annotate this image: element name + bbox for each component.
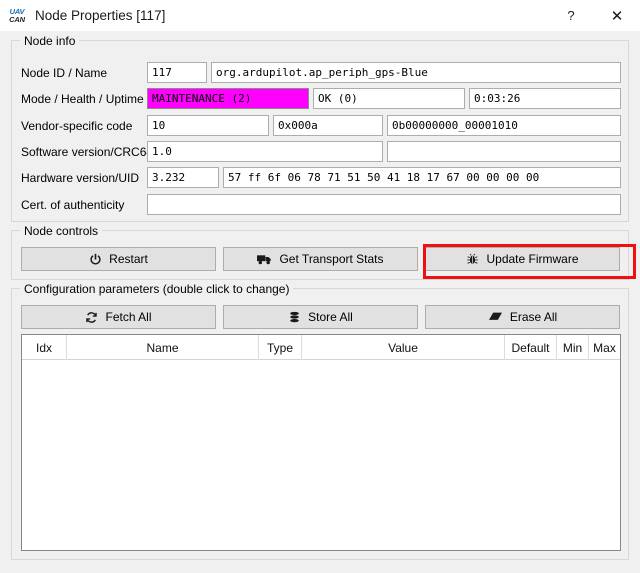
fetch-all-button-label: Fetch All — [105, 310, 151, 324]
eraser-icon — [488, 311, 503, 323]
vendor-code-hex-field[interactable]: 0x000a — [273, 115, 383, 136]
restart-button-label: Restart — [109, 252, 148, 266]
node-id-field[interactable]: 117 — [147, 62, 207, 83]
column-header-value[interactable]: Value — [302, 335, 505, 360]
label-software-version-crc64: Software version/CRC64 — [21, 145, 153, 159]
column-header-default[interactable]: Default — [505, 335, 557, 360]
store-all-button-label: Store All — [308, 310, 353, 324]
software-version-field[interactable]: 1.0 — [147, 141, 383, 162]
column-header-idx[interactable]: Idx — [22, 335, 67, 360]
refresh-icon — [85, 311, 98, 324]
vendor-code-binary-field[interactable]: 0b00000000_00001010 — [387, 115, 621, 136]
restart-button[interactable]: Restart — [21, 247, 216, 271]
truck-icon — [257, 253, 272, 266]
node-controls-legend: Node controls — [20, 224, 102, 238]
node-info-legend: Node info — [20, 34, 79, 48]
label-vendor-specific-code: Vendor-specific code — [21, 119, 132, 133]
label-mode-health-uptime: Mode / Health / Uptime — [21, 92, 144, 106]
uptime-field[interactable]: 0:03:26 — [469, 88, 621, 109]
uavcan-logo-icon: UAV CAN — [7, 6, 27, 26]
node-controls-group: Node controls Restart Get Transport Stat… — [11, 230, 629, 280]
config-params-legend: Configuration parameters (double click t… — [20, 282, 293, 296]
vendor-code-decimal-field[interactable]: 10 — [147, 115, 269, 136]
column-header-max[interactable]: Max — [589, 335, 620, 360]
software-crc64-field[interactable] — [387, 141, 621, 162]
config-params-table[interactable]: Idx Name Type Value Default Min Max — [21, 334, 621, 551]
hardware-version-field[interactable]: 3.232 — [147, 167, 219, 188]
window-title: Node Properties [117] — [35, 8, 165, 23]
update-firmware-button-label: Update Firmware — [486, 252, 578, 266]
node-name-field[interactable]: org.ardupilot.ap_periph_gps-Blue — [211, 62, 621, 83]
hardware-uid-field[interactable]: 57 ff 6f 06 78 71 51 50 41 18 17 67 00 0… — [223, 167, 621, 188]
config-params-group: Configuration parameters (double click t… — [11, 288, 629, 560]
title-bar: UAV CAN Node Properties [117] ? ✕ — [0, 0, 640, 32]
erase-all-button-label: Erase All — [510, 310, 557, 324]
window-controls: ? ✕ — [548, 0, 640, 31]
close-button[interactable]: ✕ — [594, 0, 640, 31]
dialog-body: Node info Node ID / Name 117 org.ardupil… — [0, 31, 640, 573]
bug-icon — [466, 253, 479, 266]
column-header-type[interactable]: Type — [259, 335, 302, 360]
label-node-id-name: Node ID / Name — [21, 66, 107, 80]
label-hardware-version-uid: Hardware version/UID — [21, 171, 139, 185]
column-header-name[interactable]: Name — [67, 335, 259, 360]
database-icon — [288, 311, 301, 324]
health-field[interactable]: OK (0) — [313, 88, 465, 109]
node-info-group: Node info Node ID / Name 117 org.ardupil… — [11, 40, 629, 222]
help-button[interactable]: ? — [548, 0, 594, 31]
cert-authenticity-field[interactable] — [147, 194, 621, 215]
logo-text-bottom: CAN — [9, 16, 25, 24]
update-firmware-button[interactable]: Update Firmware — [425, 247, 620, 271]
get-transport-stats-button[interactable]: Get Transport Stats — [223, 247, 418, 271]
table-body[interactable] — [22, 360, 620, 550]
mode-field[interactable]: MAINTENANCE (2) — [147, 88, 309, 109]
erase-all-button[interactable]: Erase All — [425, 305, 620, 329]
store-all-button[interactable]: Store All — [223, 305, 418, 329]
table-header-row: Idx Name Type Value Default Min Max — [22, 335, 620, 360]
fetch-all-button[interactable]: Fetch All — [21, 305, 216, 329]
get-transport-stats-button-label: Get Transport Stats — [279, 252, 383, 266]
label-cert-of-authenticity: Cert. of authenticity — [21, 198, 124, 212]
column-header-min[interactable]: Min — [557, 335, 589, 360]
power-icon — [89, 253, 102, 266]
